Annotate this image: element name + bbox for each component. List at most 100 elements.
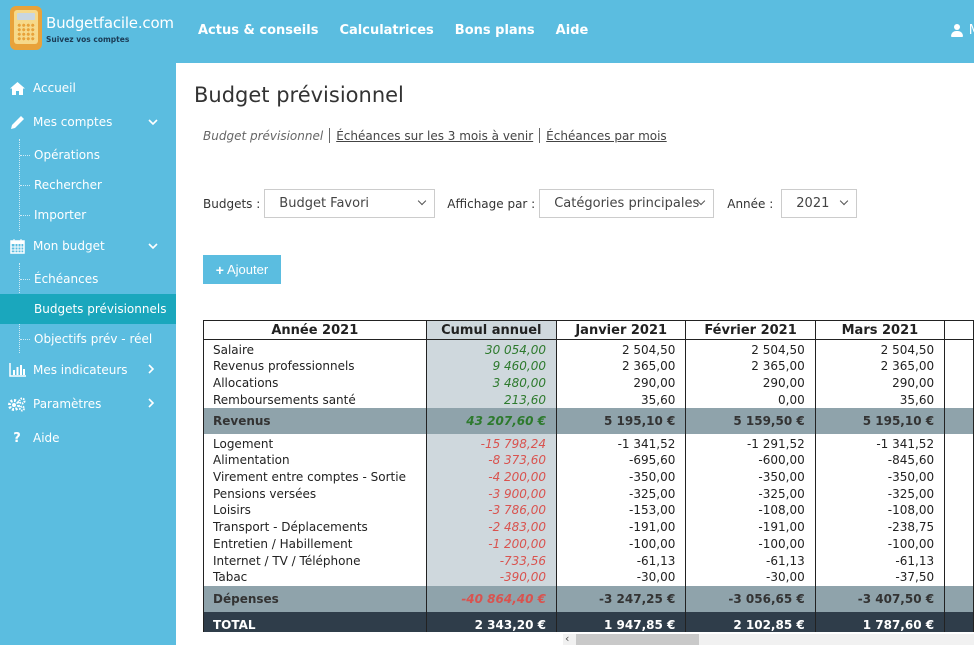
subtotal-row-revenus: Revenus 43 207,60 €5 195,10 €5 159,50 €5 … (203, 408, 974, 435)
affichage-select[interactable]: Catégories principales (539, 189, 715, 218)
sidebar: Accueil Mes comptes Opérations Recherche… (0, 63, 176, 645)
subnav-current: Budget prévisionnel (203, 128, 324, 143)
table-row: Internet / TV / Téléphone -733,56 -61,13 -6… (203, 552, 974, 569)
filters-bar: Budgets : Budget Favori Affichage par : … (203, 189, 858, 218)
sidebar-subitem-importer[interactable]: Importer (0, 201, 176, 229)
month-cell: -108,00 (685, 502, 816, 519)
month-cell: -61,13 (814, 552, 946, 569)
month-cell: 1 947,85 € (556, 611, 687, 632)
table-row: Transport - Déplacements -2 483,00 -191,00… (203, 518, 974, 536)
row-label: TOTAL (203, 611, 427, 632)
cumul-cell: -2 483,00 (425, 518, 558, 536)
month-cell: 2 365,00 (556, 358, 687, 375)
scrollbar-thumb[interactable] (576, 634, 699, 645)
brand-logo[interactable]: Budgetfacile.com Suivez vos comptes (4, 4, 174, 56)
month-cell: -1 341,52 (556, 434, 687, 453)
row-label: Revenus professionnels (203, 358, 427, 375)
scroll-left-icon[interactable]: ‹ (565, 632, 569, 645)
cumul-cell: -3 786,00 (425, 502, 558, 519)
table-row: Tabac -390,00 -30,00 -30,00 -37,50 (203, 568, 974, 586)
month-cell: -3 247,25 € (556, 585, 687, 612)
table-header-row: Année 2021 Cumul annuel Janvier 2021 Fév… (203, 320, 974, 340)
table-row: Entretien / Habillement -1 200,00 -100,00-… (203, 535, 974, 553)
overflow-cell (944, 485, 974, 503)
overflow-cell (944, 552, 974, 569)
user-menu[interactable]: M (950, 23, 974, 38)
sidebar-subitem-echeances[interactable]: Échéances (0, 265, 176, 293)
budgets-label: Budgets : (203, 196, 261, 211)
sidebar-item-accueil[interactable]: Accueil (0, 73, 176, 103)
month-cell: 290,00 (814, 374, 946, 392)
cumul-cell: 43 207,60 € (425, 408, 558, 435)
month-cell: -153,00 (556, 502, 687, 519)
subnav-echeances-par-mois[interactable]: Échéances par mois (546, 129, 667, 143)
overflow-cell (944, 408, 974, 435)
chevron-down-icon (148, 240, 158, 253)
row-label: Tabac (203, 568, 427, 586)
gears-icon (8, 395, 26, 413)
month-cell: 2 102,85 € (685, 611, 816, 632)
cumul-cell: -4 200,00 (425, 468, 558, 486)
row-label: Salaire (203, 339, 427, 358)
overflow-cell (944, 502, 974, 519)
table-row: Revenus professionnels 9 460,00 2 365,00 2 … (203, 358, 974, 375)
month-cell: -350,00 (685, 468, 816, 486)
row-label: Pensions versées (203, 485, 427, 503)
sidebar-subitem-objectifs[interactable]: Objectifs prév - réel (0, 325, 176, 353)
top-bar: Budgetfacile.com Suivez vos comptes Actu… (0, 0, 974, 63)
month-cell: -191,00 (556, 518, 687, 536)
row-label: Loisirs (203, 502, 427, 519)
month-cell: -3 407,50 € (814, 585, 946, 612)
month-cell: 2 504,50 (685, 339, 816, 358)
month-cell: -191,00 (685, 518, 816, 536)
month-cell: -600,00 (685, 452, 816, 469)
cumul-cell: -3 900,00 (425, 485, 558, 503)
sidebar-item-mon-budget[interactable]: Mon budget (0, 231, 176, 261)
month-cell: -325,00 (685, 485, 816, 503)
month-cell: -695,60 (556, 452, 687, 469)
overflow-cell (944, 452, 974, 469)
overflow-cell (944, 518, 974, 536)
month-cell: 2 365,00 (814, 358, 946, 375)
pencil-icon (8, 113, 26, 131)
sidebar-item-mes-comptes[interactable]: Mes comptes (0, 107, 176, 137)
overflow-cell (944, 434, 974, 453)
month-cell: -100,00 (556, 535, 687, 553)
row-label: Internet / TV / Téléphone (203, 552, 427, 569)
header-cumul: Cumul annuel (425, 320, 558, 340)
annee-label: Année : (727, 196, 774, 211)
overflow-cell (944, 339, 974, 358)
sidebar-item-aide[interactable]: ? Aide (0, 423, 176, 453)
sidebar-item-mes-indicateurs[interactable]: Mes indicateurs (0, 355, 176, 385)
horizontal-scrollbar[interactable]: ‹ (563, 632, 974, 645)
cumul-cell: 213,60 (425, 391, 558, 409)
subnav-echeances-3-mois[interactable]: Échéances sur les 3 mois à venir (336, 129, 533, 143)
sidebar-item-parametres[interactable]: Paramètres (0, 389, 176, 419)
row-label: Entretien / Habillement (203, 535, 427, 553)
budget-table-container: Année 2021 Cumul annuel Janvier 2021 Fév… (203, 320, 974, 632)
header-janvier: Janvier 2021 (556, 320, 687, 340)
sidebar-subitem-rechercher[interactable]: Rechercher (0, 171, 176, 199)
overflow-cell (944, 535, 974, 553)
sidebar-subitem-operations[interactable]: Opérations (0, 141, 176, 169)
month-cell: 5 195,10 € (556, 408, 687, 435)
cumul-cell: -733,56 (425, 552, 558, 569)
budgets-select[interactable]: Budget Favori (264, 189, 436, 218)
nav-aide[interactable]: Aide (556, 23, 589, 38)
calculator-logo-icon (10, 6, 42, 50)
sidebar-subitem-budgets-previsionnels[interactable]: Budgets prévisionnels (0, 294, 176, 324)
add-button[interactable]: + Ajouter (203, 255, 281, 284)
nav-actus-conseils[interactable]: Actus & conseils (198, 23, 318, 38)
month-cell: 2 504,50 (814, 339, 946, 358)
month-cell: -61,13 (685, 552, 816, 569)
nav-calculatrices[interactable]: Calculatrices (339, 23, 433, 38)
brand-tagline: Suivez vos comptes (46, 35, 130, 44)
overflow-cell (944, 585, 974, 612)
row-label: Virement entre comptes - Sortie (203, 468, 427, 486)
affichage-label: Affichage par : (447, 196, 536, 211)
user-icon (950, 24, 963, 37)
header-next (944, 320, 974, 340)
subtotal-row-depenses: Dépenses -40 864,40 € -3 247,25 € -3 056,65… (203, 585, 974, 612)
annee-select[interactable]: 2021 (781, 189, 858, 218)
nav-bons-plans[interactable]: Bons plans (455, 23, 535, 38)
